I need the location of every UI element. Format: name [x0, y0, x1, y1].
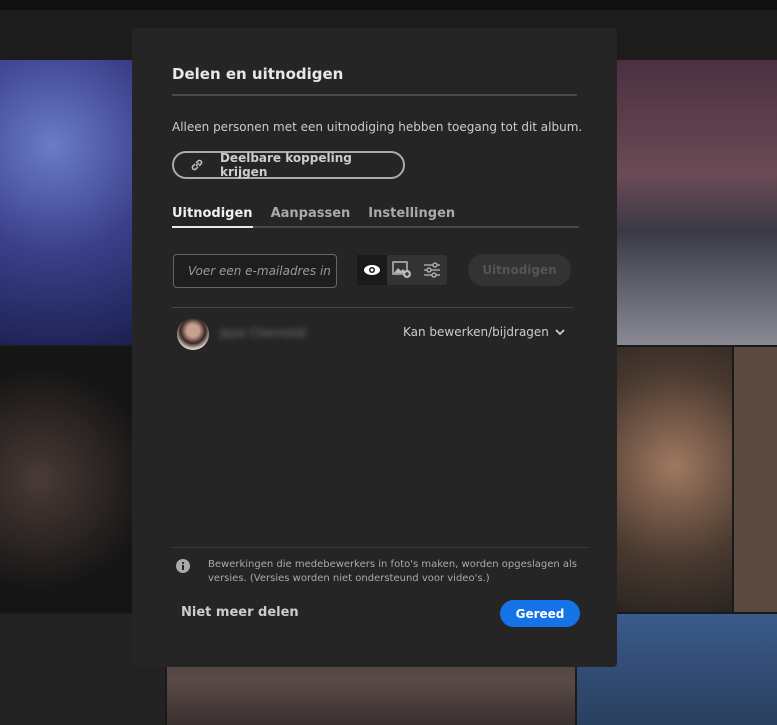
get-link-button[interactable]: Deelbare koppeling krijgen: [172, 151, 405, 179]
tab-customize[interactable]: Aanpassen: [271, 206, 351, 228]
versions-note: Bewerkingen die medebewerkers in foto's …: [208, 559, 577, 584]
photo-tile[interactable]: [0, 60, 132, 345]
access-description: Alleen personen met een uitnodiging hebb…: [172, 120, 583, 134]
get-link-label: Deelbare koppeling krijgen: [219, 151, 352, 179]
photo-tile[interactable]: [617, 347, 732, 612]
photo-tile[interactable]: [617, 60, 777, 345]
email-input[interactable]: Voer een e-mailadres in: [173, 254, 337, 288]
tab-invite[interactable]: Uitnodigen: [172, 206, 253, 228]
tab-bar: Uitnodigen Aanpassen Instellingen: [172, 206, 579, 228]
eye-icon[interactable]: [357, 255, 387, 285]
avatar: [177, 318, 209, 350]
permission-label: Kan bewerken/bijdragen: [403, 325, 549, 339]
done-button[interactable]: Gereed: [500, 600, 580, 627]
top-bar: [0, 0, 777, 10]
image-add-icon[interactable]: [387, 255, 417, 285]
stop-sharing-button[interactable]: Niet meer delen: [181, 605, 299, 620]
link-icon: [191, 159, 203, 171]
sliders-icon[interactable]: [417, 255, 447, 285]
info-icon: [176, 558, 190, 577]
tab-settings[interactable]: Instellingen: [368, 206, 455, 228]
invite-button[interactable]: Uitnodigen: [468, 254, 571, 286]
share-dialog: Delen en uitnodigen Alleen personen met …: [132, 28, 617, 667]
dialog-title: Delen en uitnodigen: [172, 65, 344, 83]
permission-dropdown[interactable]: Kan bewerken/bijdragen: [403, 325, 565, 339]
permission-toggle-group: [357, 255, 447, 285]
photo-tile[interactable]: [734, 347, 777, 612]
divider: [172, 307, 573, 308]
divider: [172, 94, 577, 96]
divider: [172, 547, 589, 548]
photo-tile[interactable]: [0, 347, 132, 612]
collaborator-name: Jaye Chernoldi: [220, 326, 307, 340]
chevron-down-icon: [555, 328, 565, 335]
